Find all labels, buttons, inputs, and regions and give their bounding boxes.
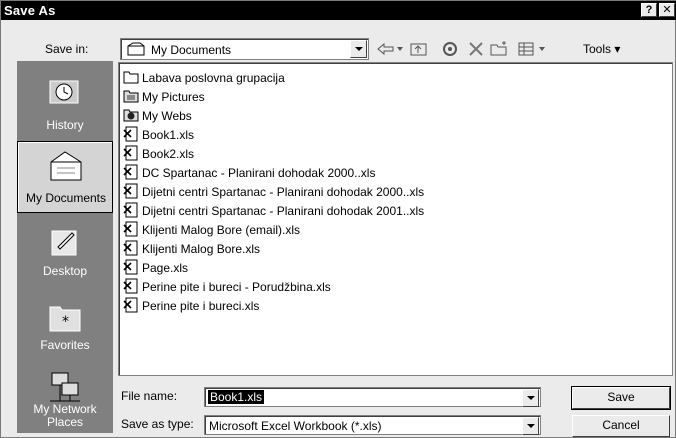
file-type-select[interactable]: Microsoft Excel Workbook (*.xls): [204, 415, 541, 435]
place-desktop[interactable]: Desktop: [17, 219, 113, 289]
save-button[interactable]: Save: [571, 386, 671, 410]
favorites-icon: *: [46, 299, 84, 338]
excel-file-icon: [123, 221, 138, 237]
place-history[interactable]: History: [17, 69, 113, 139]
place-my-network[interactable]: My Network Places: [17, 363, 113, 433]
desktop-icon: [46, 225, 84, 264]
cancel-button[interactable]: Cancel: [572, 415, 670, 437]
dropdown-arrow-icon[interactable]: [522, 417, 539, 435]
help-button[interactable]: ?: [641, 3, 657, 17]
file-name: DC Spartanac - Planirani dohodak 2000..x…: [142, 166, 376, 180]
history-icon: [46, 75, 84, 114]
file-name: Book2.xls: [142, 147, 195, 161]
new-folder-icon[interactable]: [489, 40, 511, 58]
excel-file-icon: [123, 126, 138, 142]
place-label: My Network Places: [33, 402, 97, 429]
file-name: My Pictures: [142, 90, 205, 104]
place-label: History: [46, 118, 84, 132]
title-bar[interactable]: Save As ? ✕: [1, 1, 676, 20]
file-name: Dijetni centri Spartanac - Planirani doh…: [142, 185, 425, 199]
file-name: Klijenti Malog Bore (email).xls: [142, 223, 301, 237]
place-my-documents[interactable]: My Documents: [17, 141, 113, 213]
place-label: My Documents: [25, 191, 107, 205]
my-documents-small-icon: [127, 42, 145, 59]
tools-menu[interactable]: Tools ▾: [583, 42, 620, 56]
file-name-value: Book1.xls: [208, 390, 265, 404]
excel-file-icon: [123, 164, 138, 180]
views-icon[interactable]: [517, 40, 553, 58]
window-title: Save As: [4, 3, 56, 18]
places-bar: History My Documents Desktop * Favorites…: [17, 61, 113, 433]
file-name-label: File name:: [121, 389, 178, 403]
file-type-label: Save as type:: [121, 417, 194, 431]
file-name: My Webs: [142, 109, 192, 123]
excel-file-icon: [123, 240, 138, 256]
back-arrow-icon[interactable]: [375, 40, 405, 58]
place-label: Favorites: [40, 338, 90, 352]
file-list[interactable]: Labava poslovna grupacija My Pictures My…: [118, 62, 673, 376]
svg-text:*: *: [62, 314, 69, 330]
dropdown-arrow-icon[interactable]: [522, 389, 539, 407]
save-as-dialog: Save As ? ✕ Save in: My Documents Tools …: [0, 0, 676, 438]
close-button[interactable]: ✕: [659, 3, 675, 17]
excel-file-icon: [123, 202, 138, 218]
file-name: Page.xls: [142, 261, 189, 275]
excel-file-icon: [123, 297, 138, 313]
file-name: Dijetni centri Spartanac - Planirani doh…: [142, 204, 425, 218]
search-web-icon[interactable]: [441, 40, 461, 58]
dropdown-arrow-icon[interactable]: [350, 40, 367, 58]
web-folder-icon: [123, 109, 139, 122]
file-type-value: Microsoft Excel Workbook (*.xls): [209, 419, 382, 433]
place-label: Desktop: [42, 264, 88, 278]
folder-icon: [123, 71, 139, 84]
excel-file-icon: [123, 145, 138, 161]
excel-file-icon: [123, 183, 138, 199]
excel-file-icon: [123, 259, 138, 275]
file-name: Klijenti Malog Bore.xls: [142, 242, 261, 256]
save-in-value: My Documents: [151, 43, 232, 57]
place-favorites[interactable]: * Favorites: [17, 293, 113, 363]
excel-file-icon: [123, 278, 138, 294]
file-name: Labava poslovna grupacija: [142, 71, 285, 85]
save-in-dropdown[interactable]: My Documents: [120, 38, 369, 60]
save-in-label: Save in:: [45, 42, 89, 56]
delete-icon[interactable]: [467, 40, 485, 58]
pictures-folder-icon: [123, 90, 139, 103]
up-folder-icon[interactable]: [409, 40, 429, 58]
file-name: Perine pite i bureci - Porudžbina.xls: [142, 280, 331, 294]
my-documents-icon: [47, 148, 85, 187]
file-name: Perine pite i bureci.xls: [142, 299, 260, 313]
file-name: Book1.xls: [142, 128, 195, 142]
file-name-input[interactable]: Book1.xls: [204, 387, 541, 407]
